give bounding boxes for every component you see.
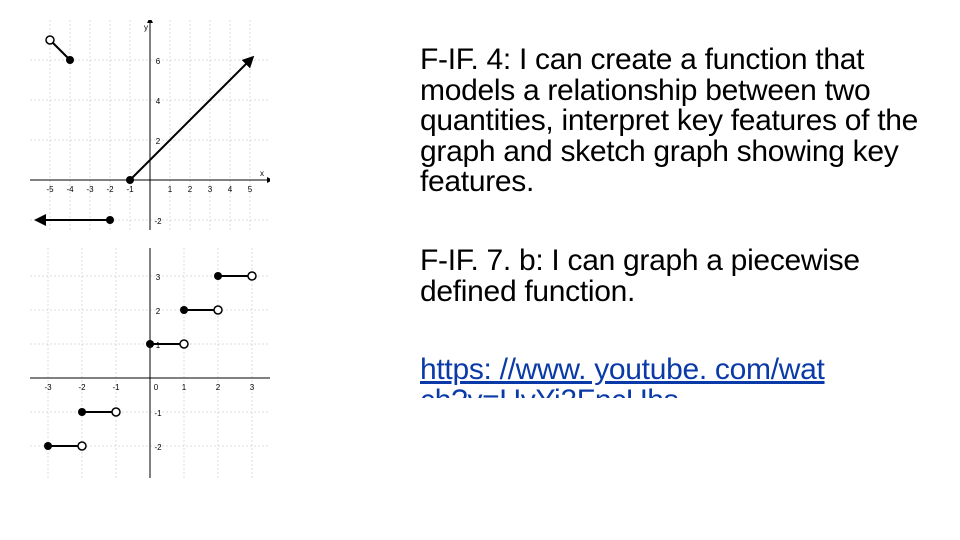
standard-fif7b: F-IF. 7. b: I can graph a piecewise defi… <box>420 246 940 307</box>
svg-text:2: 2 <box>156 137 161 146</box>
svg-text:3: 3 <box>250 383 255 392</box>
svg-text:1: 1 <box>182 383 187 392</box>
svg-text:-5: -5 <box>46 185 54 194</box>
svg-text:-2: -2 <box>154 443 162 452</box>
svg-text:2: 2 <box>156 307 161 316</box>
svg-text:y: y <box>144 23 148 32</box>
svg-text:5: 5 <box>248 185 253 194</box>
svg-text:4: 4 <box>156 97 161 106</box>
link-line1: https: //www. youtube. com/wat <box>420 353 825 386</box>
svg-text:0: 0 <box>154 383 159 392</box>
svg-text:-1: -1 <box>154 409 162 418</box>
svg-text:6: 6 <box>156 57 161 66</box>
svg-text:1: 1 <box>168 185 173 194</box>
svg-text:-1: -1 <box>112 383 120 392</box>
svg-text:3: 3 <box>156 273 161 282</box>
svg-text:-2: -2 <box>106 185 114 194</box>
svg-text:1: 1 <box>156 341 161 350</box>
svg-text:-2: -2 <box>78 383 86 392</box>
svg-text:-4: -4 <box>66 185 74 194</box>
svg-text:2: 2 <box>188 185 193 194</box>
piecewise-graph-2: -3 -2 -1 0 1 2 3 1 2 3 -1 -2 <box>30 248 270 478</box>
svg-text:4: 4 <box>228 185 233 194</box>
svg-text:-3: -3 <box>44 383 52 392</box>
svg-text:-1: -1 <box>126 185 134 194</box>
svg-text:-2: -2 <box>154 217 162 226</box>
graphs-column: -5 -4 -3 -2 -1 1 2 3 4 5 2 4 6 -2 x y <box>30 20 330 496</box>
svg-text:x: x <box>260 169 264 178</box>
piecewise-graph-1: -5 -4 -3 -2 -1 1 2 3 4 5 2 4 6 -2 x y <box>30 20 270 230</box>
standard-fif4: F-IF. 4: I can create a function that mo… <box>420 45 940 198</box>
svg-text:3: 3 <box>208 185 213 194</box>
link-line2: ch?v=UvYi2FncUhs <box>420 386 678 398</box>
svg-text:2: 2 <box>216 383 221 392</box>
svg-text:-3: -3 <box>86 185 94 194</box>
youtube-link[interactable]: https: //www. youtube. com/wat ch?v=UvYi… <box>420 355 940 416</box>
text-column: F-IF. 4: I can create a function that mo… <box>420 45 940 416</box>
